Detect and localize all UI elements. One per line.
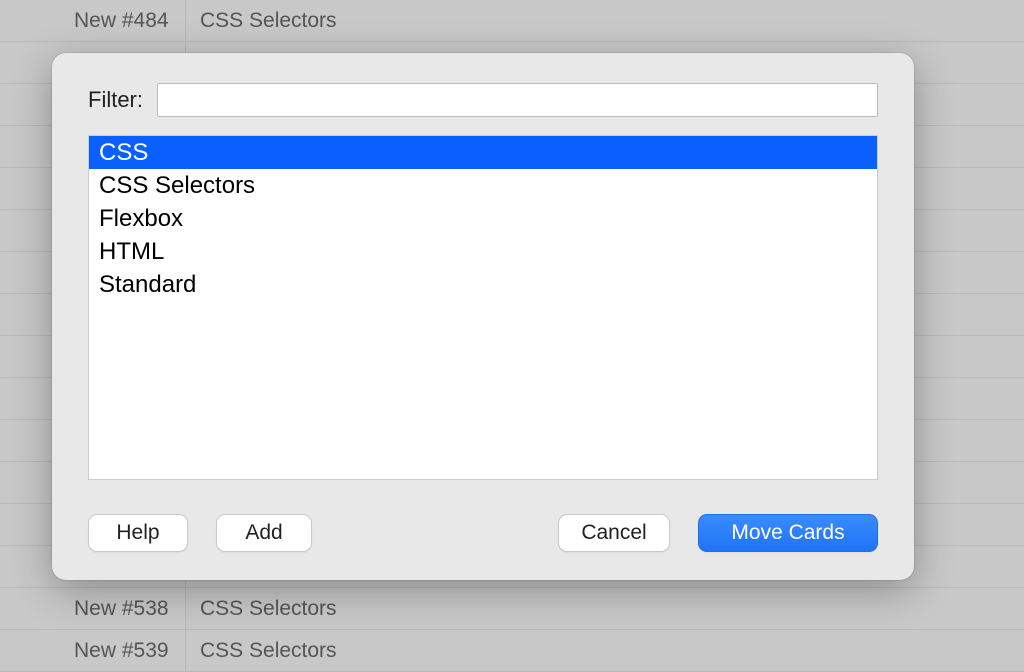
list-item[interactable]: CSS Selectors: [89, 169, 877, 202]
list-item[interactable]: Standard: [89, 268, 877, 301]
move-cards-dialog: Filter: CSSCSS SelectorsFlexboxHTMLStand…: [52, 53, 914, 580]
cancel-button[interactable]: Cancel: [558, 514, 670, 552]
help-button[interactable]: Help: [88, 514, 188, 552]
table-row: New #484CSS Selectors: [0, 0, 1024, 42]
add-button[interactable]: Add: [216, 514, 312, 552]
table-row: New #539CSS Selectors: [0, 630, 1024, 672]
deck-name-cell: CSS Selectors: [186, 597, 337, 621]
list-item[interactable]: HTML: [89, 235, 877, 268]
deck-name-cell: CSS Selectors: [186, 9, 337, 33]
card-id-cell: New #538: [0, 588, 186, 629]
dialog-button-row: Help Add Cancel Move Cards: [88, 514, 878, 552]
move-cards-button[interactable]: Move Cards: [698, 514, 878, 552]
list-item[interactable]: CSS: [89, 136, 877, 169]
filter-input[interactable]: [157, 83, 878, 117]
deck-name-cell: CSS Selectors: [186, 639, 337, 663]
list-item[interactable]: Flexbox: [89, 202, 877, 235]
card-id-cell: New #484: [0, 0, 186, 41]
deck-list[interactable]: CSSCSS SelectorsFlexboxHTMLStandard: [88, 135, 878, 480]
table-row: New #538CSS Selectors: [0, 588, 1024, 630]
spacer: [340, 514, 530, 552]
filter-label: Filter:: [88, 87, 143, 113]
filter-row: Filter:: [88, 83, 878, 117]
card-id-cell: New #539: [0, 630, 186, 671]
